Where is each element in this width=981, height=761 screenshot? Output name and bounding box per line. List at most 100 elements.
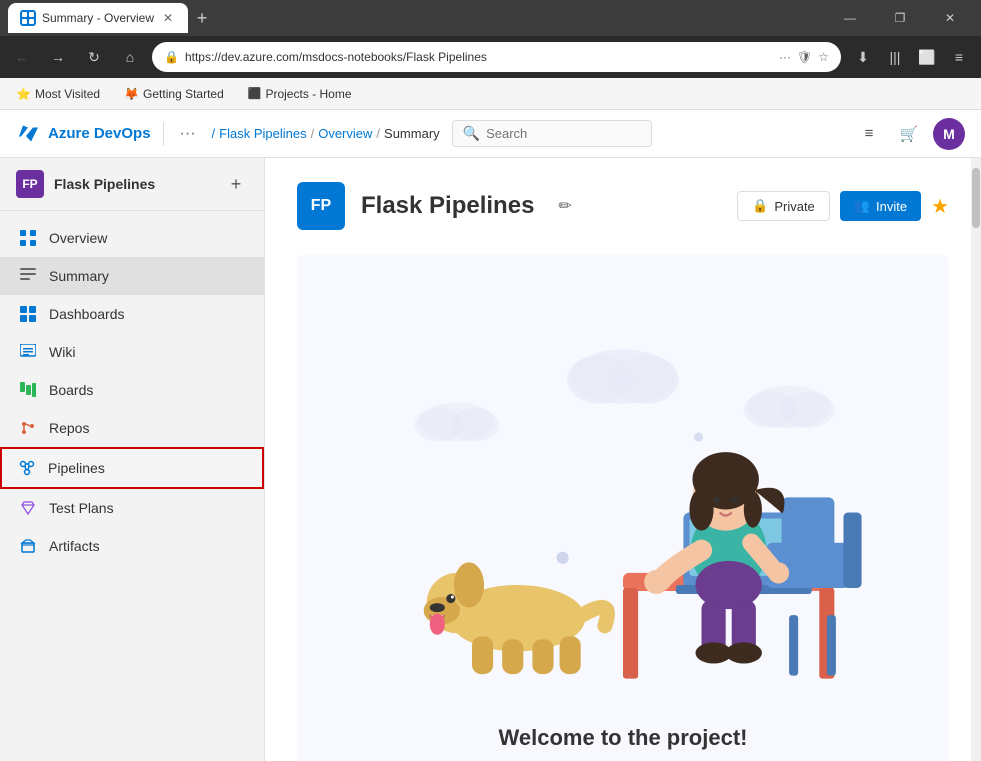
sidebar-item-label: Overview: [49, 230, 107, 246]
sidebar-item-label: Boards: [49, 382, 93, 398]
sidebar-item-wiki[interactable]: Wiki: [0, 333, 264, 371]
sidebar: FP Flask Pipelines + Overview Summ: [0, 158, 265, 761]
top-navigation: Azure DevOps ··· / Flask Pipelines / Ove…: [0, 110, 981, 158]
azure-devops-logo[interactable]: Azure DevOps: [16, 122, 151, 146]
more-options-button[interactable]: ···: [176, 121, 200, 147]
close-window-button[interactable]: ✕: [927, 3, 973, 33]
project-header-avatar: FP: [297, 182, 345, 230]
user-avatar[interactable]: M: [933, 118, 965, 150]
forward-button[interactable]: →: [44, 43, 72, 71]
project-header-section: FP Flask Pipelines ✏ 🔒 Private 👥 Invite …: [297, 182, 949, 230]
close-tab-button[interactable]: ✕: [160, 10, 176, 26]
split-view-icon[interactable]: ⬜: [913, 43, 941, 71]
search-box[interactable]: 🔍: [452, 120, 652, 147]
lock-icon: 🔒: [164, 50, 179, 64]
content-area: FP Flask Pipelines ✏ 🔒 Private 👥 Invite …: [265, 158, 981, 761]
sidebar-item-overview[interactable]: Overview: [0, 219, 264, 257]
add-project-button[interactable]: +: [224, 172, 248, 196]
shield-icon: 🛡: [797, 50, 812, 64]
tab-favicon: [20, 10, 36, 26]
sidebar-item-test-plans[interactable]: Test Plans: [0, 489, 264, 527]
bookmark-label: Most Visited: [35, 87, 100, 101]
dashboard-icon: [19, 305, 37, 323]
sidebar-item-label: Artifacts: [49, 538, 100, 554]
bookmark-icon: ⭐: [16, 87, 31, 101]
bookmark-most-visited[interactable]: ⭐ Most Visited: [12, 85, 104, 103]
sidebar-item-boards[interactable]: Boards: [0, 371, 264, 409]
project-header: FP Flask Pipelines +: [0, 158, 264, 211]
breadcrumb: / Flask Pipelines / Overview / Summary: [212, 126, 440, 141]
back-button[interactable]: ←: [8, 43, 36, 71]
sidebar-item-artifacts[interactable]: Artifacts: [0, 527, 264, 565]
project-actions: 🔒 Private 👥 Invite ★: [737, 191, 949, 221]
breadcrumb-project[interactable]: Flask Pipelines: [219, 126, 306, 141]
sidebar-item-label: Repos: [49, 420, 89, 436]
grid-icon: [19, 229, 37, 247]
search-input[interactable]: [486, 126, 636, 141]
firefox-icon: 🦊: [124, 87, 139, 101]
scroll-bar[interactable]: [971, 158, 981, 761]
more-icon: ···: [779, 50, 791, 64]
bookmarks-bar: ⭐ Most Visited 🦊 Getting Started ⬛ Proje…: [0, 78, 981, 110]
welcome-title: Welcome to the project!: [499, 725, 748, 751]
home-button[interactable]: ⌂: [116, 43, 144, 71]
minimize-button[interactable]: —: [827, 3, 873, 33]
project-title: Flask Pipelines: [361, 192, 534, 220]
scroll-thumb[interactable]: [972, 168, 980, 228]
restore-button[interactable]: ❐: [877, 3, 923, 33]
sidebar-item-summary[interactable]: Summary: [0, 257, 264, 295]
address-bar[interactable]: 🔒 https://dev.azure.com/msdocs-notebooks…: [152, 42, 841, 72]
artifacts-icon: [19, 537, 37, 555]
breadcrumb-section[interactable]: Overview: [318, 126, 372, 141]
sidebar-item-label: Summary: [49, 268, 109, 284]
notification-icon[interactable]: ≡: [853, 118, 885, 150]
new-tab-button[interactable]: +: [188, 4, 216, 32]
project-avatar: FP: [16, 170, 44, 198]
devops-icon: ⬛: [248, 87, 262, 100]
summary-icon: [19, 267, 37, 285]
invite-button[interactable]: 👥 Invite: [840, 191, 921, 221]
boards-icon: [19, 381, 37, 399]
content-inner: FP Flask Pipelines ✏ 🔒 Private 👥 Invite …: [265, 158, 981, 761]
sidebar-item-label: Test Plans: [49, 500, 114, 516]
breadcrumb-sep: /: [376, 126, 380, 141]
bookmark-getting-started[interactable]: 🦊 Getting Started: [120, 85, 228, 103]
sidebar-item-repos[interactable]: Repos: [0, 409, 264, 447]
private-button[interactable]: 🔒 Private: [737, 191, 830, 221]
people-icon: 👥: [854, 198, 870, 214]
breadcrumb-page: Summary: [384, 126, 440, 141]
extensions-icon[interactable]: ≡: [945, 43, 973, 71]
breadcrumb-sep: /: [212, 126, 216, 141]
tab-title: Summary - Overview: [42, 11, 154, 25]
wiki-icon: [19, 343, 37, 361]
refresh-button[interactable]: ↻: [80, 43, 108, 71]
basket-icon[interactable]: 🛒: [893, 118, 925, 150]
breadcrumb-sep: /: [311, 126, 315, 141]
favorite-button[interactable]: ★: [931, 194, 949, 219]
sidebar-item-label: Pipelines: [48, 460, 105, 476]
sidebar-item-dashboards[interactable]: Dashboards: [0, 295, 264, 333]
sidebar-item-label: Dashboards: [49, 306, 125, 322]
active-tab[interactable]: Summary - Overview ✕: [8, 3, 188, 33]
sidebar-item-pipelines[interactable]: Pipelines: [0, 447, 264, 489]
welcome-section: Welcome to the project! What service wou…: [297, 254, 949, 761]
lock-icon: 🔒: [752, 198, 768, 214]
bookmark-projects-home[interactable]: ⬛ Projects - Home: [244, 85, 356, 103]
download-icon[interactable]: ⬇: [849, 43, 877, 71]
search-icon: 🔍: [463, 125, 480, 142]
sidebar-navigation: Overview Summary Dashboards: [0, 211, 264, 573]
url-text: https://dev.azure.com/msdocs-notebooks/F…: [185, 50, 773, 64]
azure-logo-icon: [16, 122, 40, 146]
pipelines-icon: [18, 459, 36, 477]
sidebar-item-label: Wiki: [49, 344, 75, 360]
edit-icon[interactable]: ✏: [558, 196, 571, 216]
test-plans-icon: [19, 499, 37, 517]
welcome-illustration: [321, 286, 925, 709]
star-icon[interactable]: ☆: [818, 50, 829, 64]
project-name: Flask Pipelines: [54, 176, 214, 192]
divider: [163, 122, 164, 146]
collections-icon[interactable]: |||: [881, 43, 909, 71]
bookmark-label: Projects - Home: [265, 87, 351, 101]
repos-icon: [19, 419, 37, 437]
bookmark-label: Getting Started: [143, 87, 224, 101]
